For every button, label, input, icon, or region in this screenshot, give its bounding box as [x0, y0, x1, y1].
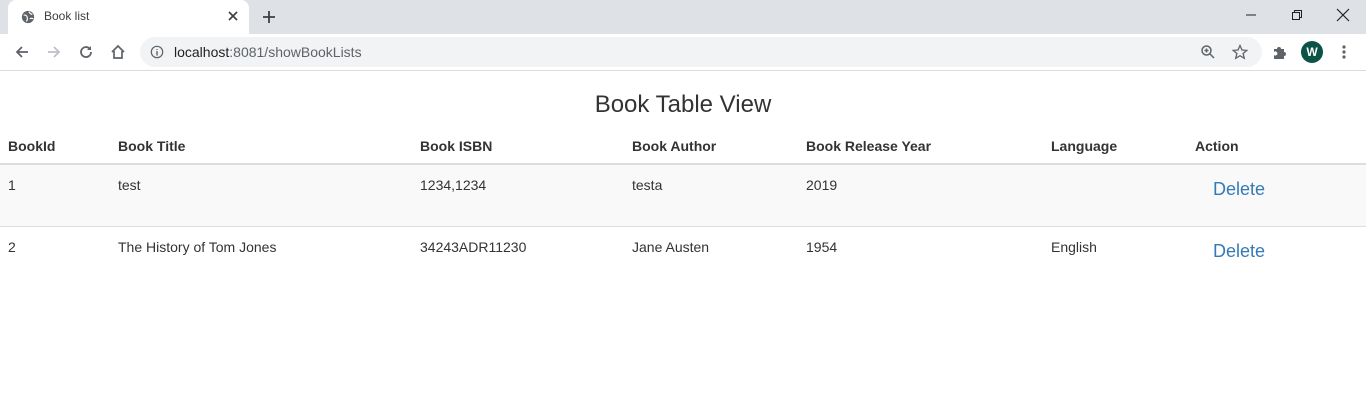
reload-icon	[80, 46, 92, 58]
browser-tab[interactable]: Book list	[8, 0, 249, 34]
cell-isbn: 34243ADR11230	[412, 225, 624, 288]
close-tab-icon[interactable]	[225, 8, 241, 24]
reload-button[interactable]	[76, 42, 96, 62]
cell-action: Delete	[1187, 163, 1366, 226]
column-header-isbn: Book ISBN	[412, 129, 624, 165]
cell-bookid: 2	[0, 225, 110, 288]
profile-avatar[interactable]: W	[1301, 41, 1323, 63]
minimize-button[interactable]	[1228, 0, 1274, 30]
bookmark-star-icon[interactable]	[1232, 44, 1248, 60]
minimize-icon	[1246, 14, 1256, 16]
delete-link[interactable]: Delete	[1213, 179, 1265, 200]
cell-bookid: 1	[0, 163, 110, 226]
globe-icon	[21, 10, 35, 24]
tab-strip: Book list	[0, 0, 1366, 34]
arrow-right-icon	[48, 46, 61, 58]
url-path: :8081/showBookLists	[229, 44, 362, 60]
cell-title: The History of Tom Jones	[110, 225, 412, 288]
close-window-button[interactable]	[1320, 0, 1366, 30]
column-header-title: Book Title	[110, 129, 412, 165]
table-header-row: BookId Book Title Book ISBN Book Author …	[0, 129, 1366, 165]
address-bar[interactable]: localhost:8081/showBookLists	[140, 37, 1262, 67]
browser-toolbar: localhost:8081/showBookLists W	[0, 34, 1366, 71]
close-icon	[1336, 8, 1350, 22]
column-header-action: Action	[1187, 129, 1366, 165]
zoom-icon[interactable]	[1200, 44, 1216, 60]
tab-title: Book list	[44, 9, 90, 23]
back-button[interactable]	[12, 42, 32, 62]
forward-button[interactable]	[44, 42, 64, 62]
cell-isbn: 1234,1234	[412, 163, 624, 226]
column-header-bookid: BookId	[0, 129, 110, 165]
info-icon[interactable]	[150, 45, 164, 59]
extensions-puzzle-icon[interactable]	[1271, 44, 1287, 60]
cell-title: test	[110, 163, 412, 226]
more-menu-icon[interactable]	[1336, 44, 1352, 60]
arrow-left-icon	[15, 46, 28, 58]
cell-language: English	[1043, 225, 1187, 288]
page-title: Book Table View	[594, 91, 772, 118]
column-header-author: Book Author	[624, 129, 798, 165]
column-header-release-year: Book Release Year	[798, 129, 1043, 165]
new-tab-icon[interactable]	[261, 9, 277, 25]
cell-author: Jane Austen	[624, 225, 798, 288]
home-button[interactable]	[108, 42, 128, 62]
cell-action: Delete	[1187, 225, 1366, 288]
url-host: localhost	[174, 44, 230, 60]
url-text: localhost:8081/showBookLists	[174, 44, 362, 60]
cell-language	[1043, 163, 1187, 226]
restore-icon	[1292, 10, 1302, 20]
table-row: 1 test 1234,1234 testa 2019 Delete	[0, 163, 1366, 226]
table-row: 2 The History of Tom Jones 34243ADR11230…	[0, 225, 1366, 288]
delete-link[interactable]: Delete	[1213, 241, 1265, 262]
book-table: BookId Book Title Book ISBN Book Author …	[0, 129, 1366, 288]
home-icon	[111, 44, 125, 59]
cell-release-year: 1954	[798, 225, 1043, 288]
restore-button[interactable]	[1274, 0, 1320, 30]
column-header-language: Language	[1043, 129, 1187, 165]
cell-author: testa	[624, 163, 798, 226]
cell-release-year: 2019	[798, 163, 1043, 226]
